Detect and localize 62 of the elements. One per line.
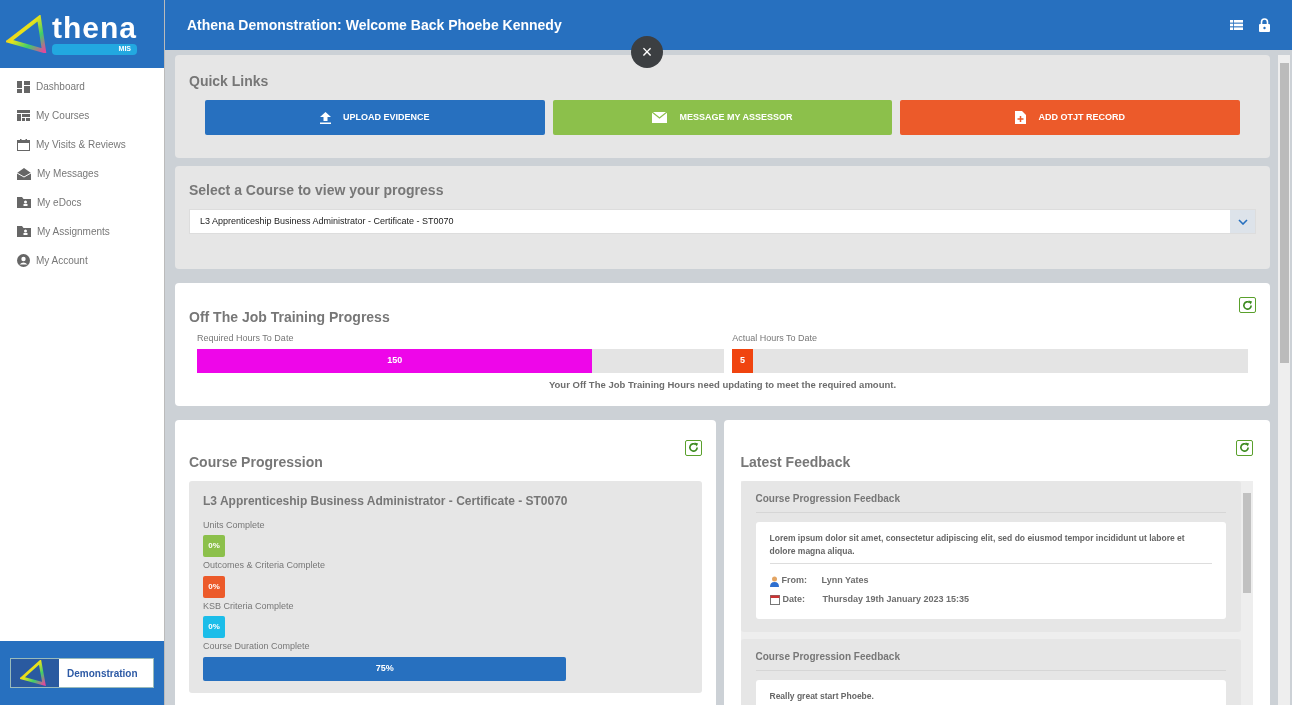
dashboard-icon (17, 80, 30, 93)
scrollbar[interactable] (1278, 55, 1290, 705)
envelope-icon (17, 167, 31, 180)
bar-label: Actual Hours To Date (732, 332, 819, 345)
sidebar-item[interactable]: My eDocs (0, 188, 164, 217)
progress-fill: 5 (732, 348, 753, 373)
sidebar-item[interactable]: Dashboard (0, 72, 164, 101)
sidebar-item[interactable]: My Account (0, 246, 164, 275)
user-icon (17, 254, 30, 267)
percent-badge: 0% (203, 616, 225, 639)
sidebar-item[interactable]: My Messages (0, 159, 164, 188)
progress-fill: 75% (203, 656, 567, 681)
envelope-icon (652, 112, 668, 123)
refresh-button[interactable] (1236, 439, 1253, 456)
calendar-icon (769, 594, 780, 605)
folder-icon (17, 226, 31, 237)
metric-label: Outcomes & Criteria Complete (203, 559, 327, 573)
refresh-button[interactable] (1239, 297, 1256, 313)
feedback-text: Lorem ipsum dolor sit amet, consectetur adipiscing elit, sed do eiusmod tempor incididunt ut labore et dolore magna aliqua. (769, 531, 1212, 565)
percent-badge: 0% (203, 575, 225, 598)
refresh-icon (687, 442, 699, 454)
field-value: Lynn Yates (821, 574, 869, 588)
chevron-down-icon (1237, 218, 1248, 225)
lock-icon[interactable] (1259, 18, 1270, 32)
page-title: Athena Demonstration: Welcome Back Phoebe Kennedy (187, 15, 562, 35)
sidebar-item[interactable]: My Courses (0, 101, 164, 130)
calendar-icon (17, 138, 30, 151)
metric-label: Units Complete (203, 518, 266, 532)
metric-label: KSB Criteria Complete (203, 599, 295, 613)
percent-badge: 0% (203, 535, 225, 558)
quick-link-button[interactable]: ADD OTJT RECORD (900, 100, 1240, 135)
file-plus-icon (1015, 111, 1027, 124)
panel-title: Select a Course to view your progress (189, 181, 445, 200)
panel-title: Quick Links (189, 72, 270, 91)
warning-message: Your Off The Job Training Hours need updating to meet the required amount. (547, 377, 898, 392)
brand-name: Demonstration (66, 666, 138, 681)
bar-label: Required Hours To Date (197, 332, 295, 345)
course-name: L3 Apprenticeship Business Administrator - Certificate - ST0070 (203, 492, 569, 510)
quick-link-button[interactable]: UPLOAD EVIDENCE (205, 100, 545, 135)
refresh-icon (1239, 442, 1250, 454)
field-value: Thursday 19th January 2023 15:35 (822, 592, 970, 606)
folder-icon (17, 197, 31, 208)
field-label: From: (781, 574, 808, 588)
panel-title: Latest Feedback (740, 452, 851, 472)
metric-label: Course Duration Complete (203, 640, 311, 654)
feedback-title: Course Progression Feedback (755, 649, 1226, 672)
feedback-title: Course Progression Feedback (755, 490, 1226, 513)
sidebar-item[interactable]: My Assignments (0, 217, 164, 246)
list-icon[interactable] (1230, 20, 1243, 30)
progress-fill: 150 (197, 348, 593, 373)
refresh-button[interactable] (684, 439, 702, 456)
field-label: Date: (782, 592, 806, 606)
upload-icon (320, 111, 332, 124)
panel-title: Course Progression (189, 452, 323, 472)
person-icon (769, 575, 779, 587)
logo-text: thena (52, 13, 137, 44)
course-dropdown[interactable]: L3 Apprenticeship Business Administrator - Certificate - ST0070 (189, 209, 1256, 234)
panel-title: Off The Job Training Progress (189, 308, 390, 327)
feedback-text: Really great start Phoebe. (769, 690, 875, 704)
layout-icon (17, 110, 30, 121)
sidebar-item[interactable]: My Visits & Reviews (0, 130, 164, 159)
refresh-icon (1242, 299, 1253, 311)
